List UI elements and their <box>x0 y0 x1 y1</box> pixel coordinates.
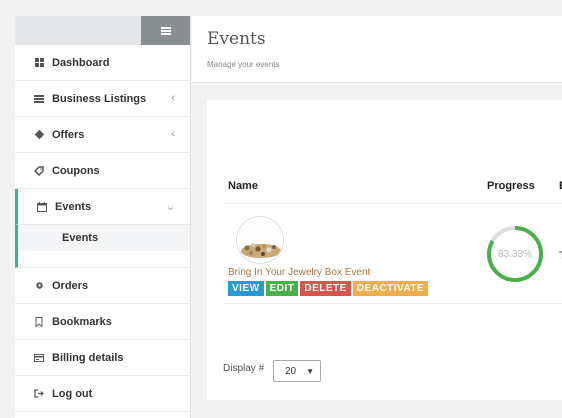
action-buttons: VIEW EDIT DELETE DEACTIVATE <box>228 281 429 296</box>
page-title: Events <box>207 29 266 49</box>
chevron-down-icon: ⌄ <box>165 201 175 213</box>
edit-button[interactable]: EDIT <box>265 281 299 296</box>
row-divider <box>223 303 562 304</box>
bookmark-icon <box>34 316 44 327</box>
sidebar-subitem-events[interactable]: Events <box>18 225 190 251</box>
sidebar-item-bookmarks[interactable]: Bookmarks <box>15 304 190 340</box>
row-divider <box>223 203 562 204</box>
sidebar-item-log-out[interactable]: Log out <box>15 376 190 412</box>
page-header: Events Manage your events <box>192 16 562 83</box>
sidebar-item-label: Log out <box>52 387 93 400</box>
events-card: Name Progress E Bring In Your Jewelry Bo… <box>207 100 562 400</box>
caret-down-icon: ▼ <box>306 367 314 376</box>
sidebar-item-label: Billing details <box>52 351 124 364</box>
chevron-left-icon: ‹ <box>171 128 175 140</box>
grid-icon <box>34 58 44 68</box>
display-label: Display # <box>223 363 265 374</box>
sidebar-item-label: Orders <box>52 279 89 292</box>
display-count-value: 20 <box>285 365 297 377</box>
gear-badge-icon <box>34 130 44 140</box>
progress-value: 83.33% <box>498 248 532 260</box>
view-button[interactable]: VIEW <box>228 281 264 296</box>
sidebar-item-offers[interactable]: Offers ‹ <box>15 117 190 153</box>
sidebar: Dashboard Business Listings ‹ Offers ‹ C… <box>15 16 191 418</box>
sidebar-submenu-events: Events <box>15 225 190 268</box>
sidebar-item-billing-details[interactable]: Billing details <box>15 340 190 376</box>
sidebar-subitem-label: Events <box>62 232 99 244</box>
event-thumbnail[interactable] <box>236 216 284 264</box>
page-subtitle: Manage your events <box>207 60 280 69</box>
logout-icon <box>34 389 44 399</box>
tag-icon <box>34 165 44 176</box>
sidebar-item-label: Offers <box>52 128 85 141</box>
sidebar-header <box>15 16 190 45</box>
sidebar-item-events[interactable]: Events ⌄ <box>15 189 190 225</box>
event-name-link[interactable]: Bring In Your Jewelry Box Event <box>228 267 370 278</box>
cog-icon <box>34 281 44 291</box>
sidebar-item-label: Events <box>55 200 92 213</box>
sidebar-item-coupons[interactable]: Coupons <box>15 153 190 189</box>
progress-circle: 83.33% <box>486 225 544 283</box>
hamburger-icon <box>160 26 171 35</box>
delete-button[interactable]: DELETE <box>300 281 351 296</box>
sidebar-toggle-button[interactable] <box>141 16 190 45</box>
sidebar-item-business-listings[interactable]: Business Listings ‹ <box>15 81 190 117</box>
sidebar-item-orders[interactable]: Orders <box>15 268 190 304</box>
sidebar-item-label: Coupons <box>52 164 100 177</box>
sidebar-item-label: Dashboard <box>52 56 110 69</box>
calendar-icon <box>37 201 47 212</box>
display-count-select[interactable]: 20 ▼ <box>273 360 321 382</box>
column-header-progress[interactable]: Progress <box>487 180 535 192</box>
list-icon <box>34 94 44 104</box>
sidebar-item-label: Bookmarks <box>52 315 112 328</box>
sidebar-item-dashboard[interactable]: Dashboard <box>15 45 190 81</box>
column-header-name[interactable]: Name <box>228 180 258 192</box>
billing-icon <box>34 353 44 363</box>
deactivate-button[interactable]: DEACTIVATE <box>352 281 429 296</box>
chevron-left-icon: ‹ <box>171 92 175 104</box>
sidebar-item-label: Business Listings <box>52 92 147 105</box>
